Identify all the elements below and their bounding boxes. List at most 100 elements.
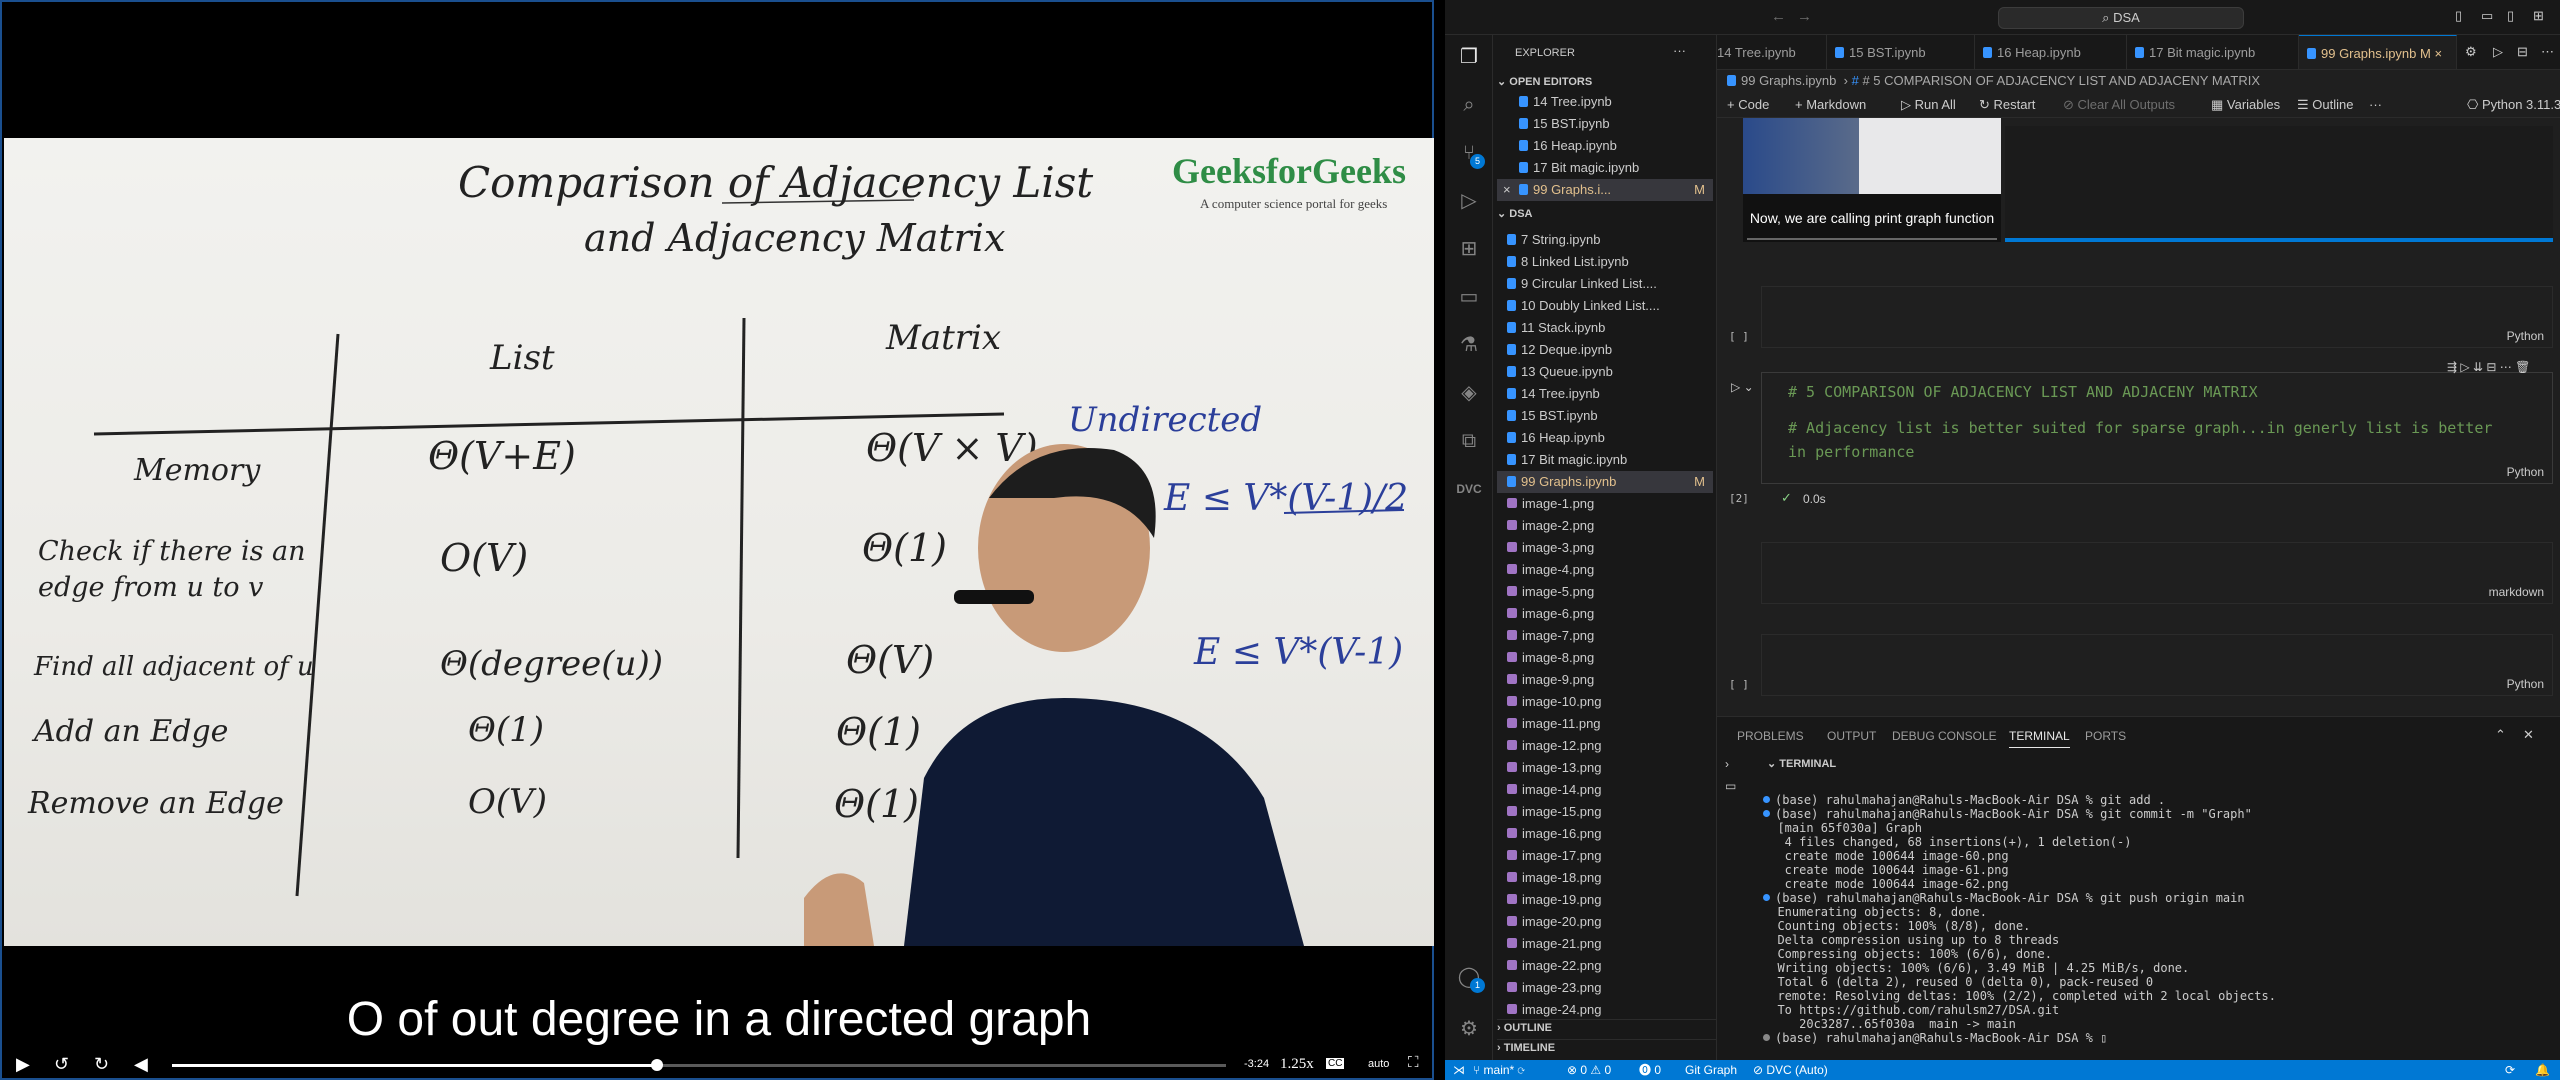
notifications-bell-icon[interactable]: 🔔: [2535, 1060, 2550, 1080]
image-file-item[interactable]: image-1.png: [1497, 493, 1713, 515]
forward-arrow-icon[interactable]: →: [1797, 8, 1812, 25]
file-item[interactable]: 99 Graphs.ipynb M: [1497, 471, 1713, 493]
cell-markdown-comment[interactable]: # 5 COMPARISON OF ADJACENCY LIST AND ADJ…: [1761, 372, 2553, 484]
folder-header[interactable]: ⌄ DSA: [1497, 207, 1533, 220]
image-file-item[interactable]: image-11.png: [1497, 713, 1713, 735]
git-graph-button[interactable]: Git Graph: [1685, 1060, 1737, 1080]
image-file-item[interactable]: image-21.png: [1497, 933, 1713, 955]
file-item[interactable]: 17 Bit magic.ipynb: [1497, 449, 1713, 471]
run-all-button[interactable]: ▷ Run All: [1901, 92, 1956, 118]
forward-icon[interactable]: ↻: [94, 1054, 109, 1075]
file-item[interactable]: 15 BST.ipynb: [1497, 405, 1713, 427]
variables-button[interactable]: ▦ Variables: [2211, 92, 2280, 118]
more-icon[interactable]: ⋯: [2541, 44, 2554, 60]
cc-button[interactable]: CC: [1326, 1058, 1345, 1069]
image-file-item[interactable]: image-9.png: [1497, 669, 1713, 691]
run-cell-icon[interactable]: ▷ ⌄: [1731, 380, 1754, 394]
toggle-panel-icon[interactable]: ▭: [2481, 8, 2493, 24]
tab-bst[interactable]: 15 BST.ipynb: [1827, 35, 1975, 69]
git-graph-icon[interactable]: ⧉: [1455, 427, 1483, 455]
remote-explorer-icon[interactable]: ▭: [1455, 283, 1483, 311]
breadcrumb-file[interactable]: 99 Graphs.ipynb: [1741, 73, 1836, 88]
cell-empty-1[interactable]: Python: [1761, 286, 2553, 348]
file-item[interactable]: 8 Linked List.ipynb: [1497, 251, 1713, 273]
terminal-output[interactable]: (base) rahulmahajan@Rahuls-MacBook-Air D…: [1763, 793, 2543, 1045]
image-file-item[interactable]: image-13.png: [1497, 757, 1713, 779]
file-item[interactable]: 13 Queue.ipynb: [1497, 361, 1713, 383]
image-file-item[interactable]: image-5.png: [1497, 581, 1713, 603]
fullscreen-icon[interactable]: ⛶: [1408, 1054, 1419, 1071]
outline-button[interactable]: ☰ Outline: [2297, 92, 2353, 118]
file-item[interactable]: 9 Circular Linked List....: [1497, 273, 1713, 295]
terminal-icon[interactable]: ▭: [1725, 779, 1736, 793]
search-icon[interactable]: ⌕: [1455, 91, 1483, 119]
tab-output[interactable]: OUTPUT: [1827, 729, 1876, 743]
video-player[interactable]: Comparison of Adjacency List and Adjacen…: [0, 0, 1434, 1080]
tab-heap[interactable]: 16 Heap.ipynb: [1975, 35, 2127, 69]
tab-bit-magic[interactable]: 17 Bit magic.ipynb: [2127, 35, 2299, 69]
progress-handle[interactable]: [650, 1059, 663, 1071]
source-control-icon[interactable]: ⑂ 5: [1455, 139, 1485, 169]
image-file-item[interactable]: image-19.png: [1497, 889, 1713, 911]
remote-icon[interactable]: ⋊: [1453, 1060, 1465, 1080]
tab-terminal[interactable]: TERMINAL: [2009, 729, 2070, 748]
add-markdown-button[interactable]: + Markdown: [1795, 92, 1866, 118]
mini-video-progress[interactable]: [1747, 238, 1997, 240]
clear-outputs-button[interactable]: ⊘ Clear All Outputs: [2063, 92, 2175, 118]
outline-header[interactable]: › OUTLINE: [1497, 1019, 1716, 1034]
restart-button[interactable]: ↻ Restart: [1979, 92, 2035, 118]
cell-language[interactable]: markdown: [2489, 585, 2544, 599]
cell-language[interactable]: Python: [2507, 465, 2544, 479]
add-code-button[interactable]: + Code: [1727, 92, 1769, 118]
split-editor-icon[interactable]: ⊟: [2517, 44, 2528, 60]
toggle-secondary-sidebar-icon[interactable]: ▯: [2507, 8, 2514, 24]
image-file-item[interactable]: image-24.png: [1497, 999, 1713, 1021]
command-center-search[interactable]: ⌕ DSA: [1998, 7, 2244, 29]
open-editor-item[interactable]: 15 BST.ipynb: [1497, 113, 1713, 135]
image-file-item[interactable]: image-4.png: [1497, 559, 1713, 581]
settings-gear-icon[interactable]: ⚙: [1455, 1015, 1483, 1043]
cell-markdown-empty[interactable]: markdown: [1761, 542, 2553, 604]
output-video-thumbnail[interactable]: Now, we are calling print graph function: [1743, 118, 2001, 242]
image-file-item[interactable]: image-23.png: [1497, 977, 1713, 999]
cell-toolbar[interactable]: ⇶ ▷ ⇊ ⊟ ⋯ 🗑: [2447, 360, 2530, 374]
play-icon[interactable]: ▶: [16, 1054, 30, 1075]
file-item[interactable]: 10 Doubly Linked List....: [1497, 295, 1713, 317]
ports-indicator[interactable]: ⓿ 0: [1639, 1060, 1661, 1080]
image-file-item[interactable]: image-3.png: [1497, 537, 1713, 559]
file-item[interactable]: 12 Deque.ipynb: [1497, 339, 1713, 361]
image-file-item[interactable]: image-10.png: [1497, 691, 1713, 713]
maximize-panel-icon[interactable]: ⌃: [2495, 727, 2506, 743]
accounts-icon[interactable]: ◯ 1: [1455, 963, 1485, 993]
open-editor-item[interactable]: 16 Heap.ipynb: [1497, 135, 1713, 157]
open-editor-item[interactable]: × 99 Graphs.i... M: [1497, 179, 1713, 201]
file-item[interactable]: 16 Heap.ipynb: [1497, 427, 1713, 449]
extensions-icon[interactable]: ⊞: [1455, 235, 1483, 263]
rewind-icon[interactable]: ↺: [54, 1054, 69, 1075]
tab-tree[interactable]: 14 Tree.ipynb: [1717, 35, 1827, 69]
dvc-status[interactable]: ⊘ DVC (Auto): [1753, 1060, 1828, 1080]
tab-debug-console[interactable]: DEBUG CONSOLE: [1892, 729, 1997, 743]
video-frame[interactable]: Comparison of Adjacency List and Adjacen…: [4, 138, 1434, 946]
run-debug-icon[interactable]: ▷: [1455, 187, 1483, 215]
image-file-item[interactable]: image-2.png: [1497, 515, 1713, 537]
progress-bar[interactable]: [172, 1059, 1226, 1071]
explorer-icon[interactable]: ❐: [1455, 43, 1483, 71]
tab-ports[interactable]: PORTS: [2085, 729, 2126, 743]
docker-icon[interactable]: ◈: [1455, 379, 1483, 407]
testing-icon[interactable]: ⚗: [1455, 331, 1483, 359]
back-arrow-icon[interactable]: ←: [1771, 8, 1786, 25]
more-actions-icon[interactable]: ···: [1673, 43, 1686, 58]
open-editor-item[interactable]: 17 Bit magic.ipynb: [1497, 157, 1713, 179]
breadcrumb-section[interactable]: # 5 COMPARISON OF ADJACENCY LIST AND ADJ…: [1862, 73, 2260, 88]
file-item[interactable]: 11 Stack.ipynb: [1497, 317, 1713, 339]
image-file-item[interactable]: image-20.png: [1497, 911, 1713, 933]
close-icon[interactable]: ×: [1503, 179, 1511, 201]
timeline-header[interactable]: › TIMELINE: [1497, 1039, 1716, 1054]
image-file-item[interactable]: image-14.png: [1497, 779, 1713, 801]
sync-icon[interactable]: ⟳: [2505, 1060, 2515, 1080]
problems-indicator[interactable]: ⊗ 0 ⚠ 0: [1567, 1060, 1611, 1080]
cell-language[interactable]: Python: [2507, 677, 2544, 691]
file-item[interactable]: 14 Tree.ipynb: [1497, 383, 1713, 405]
image-file-item[interactable]: image-16.png: [1497, 823, 1713, 845]
